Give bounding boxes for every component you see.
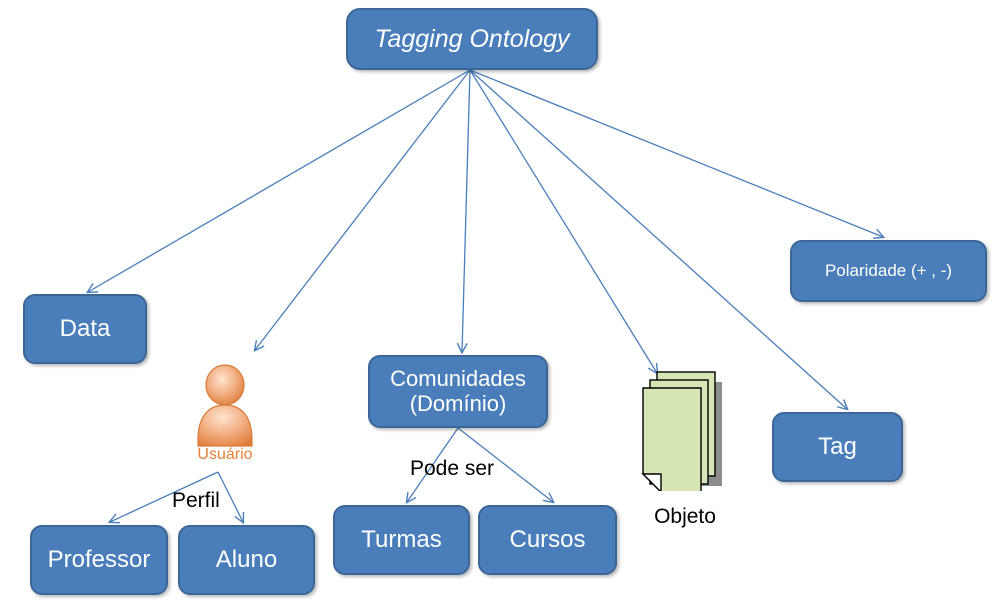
node-polaridade[interactable]: Polaridade (+ , -) (790, 240, 987, 302)
node-label: Aluno (215, 545, 278, 573)
node-label-line1: Comunidades (390, 365, 526, 391)
edge-root-data (88, 69, 471, 292)
node-tagging-ontology[interactable]: Tagging Ontology (346, 8, 598, 70)
node-professor[interactable]: Professor (30, 525, 168, 595)
node-data[interactable]: Data (23, 294, 147, 364)
node-aluno[interactable]: Aluno (178, 525, 315, 595)
objeto-label-text: Objeto (654, 505, 716, 528)
node-label: Polaridade (+ , -) (824, 261, 953, 281)
edge-usuario-aluno (217, 471, 243, 522)
edge-label-text: Perfil (172, 489, 220, 512)
node-tag[interactable]: Tag (772, 412, 903, 482)
node-label-line2: (Domínio) (409, 390, 507, 416)
document-stack-icon (641, 371, 722, 494)
diagram-canvas: Tagging Ontology Data Comunidades (Domín… (0, 0, 994, 605)
person-icon (197, 364, 253, 447)
objeto-label: Objeto (630, 505, 740, 529)
node-label: Cursos (509, 525, 586, 553)
edge-label-pode-ser: Pode ser (410, 457, 494, 481)
usuario-label: Usuário (180, 446, 270, 464)
usuario-node[interactable] (190, 358, 260, 448)
edge-root-objeto (469, 69, 657, 373)
edge-label-perfil: Perfil (172, 489, 220, 513)
node-label: Tag (818, 432, 857, 460)
node-comunidades[interactable]: Comunidades (Domínio) (368, 355, 548, 428)
node-label: Tagging Ontology (374, 25, 570, 53)
node-cursos[interactable]: Cursos (478, 505, 617, 575)
edge-label-text: Pode ser (410, 457, 495, 480)
node-label: Professor (47, 545, 151, 573)
edge-root-comunidades (462, 69, 471, 352)
objeto-node[interactable] (640, 366, 730, 494)
usuario-label-text: Usuário (197, 446, 253, 463)
node-label: Comunidades (Domínio) (390, 365, 526, 416)
edge-root-polaridade (469, 69, 883, 237)
edge-root-usuario (255, 69, 471, 350)
node-label: Turmas (361, 525, 442, 553)
node-turmas[interactable]: Turmas (333, 505, 470, 575)
node-label: Data (59, 314, 111, 342)
